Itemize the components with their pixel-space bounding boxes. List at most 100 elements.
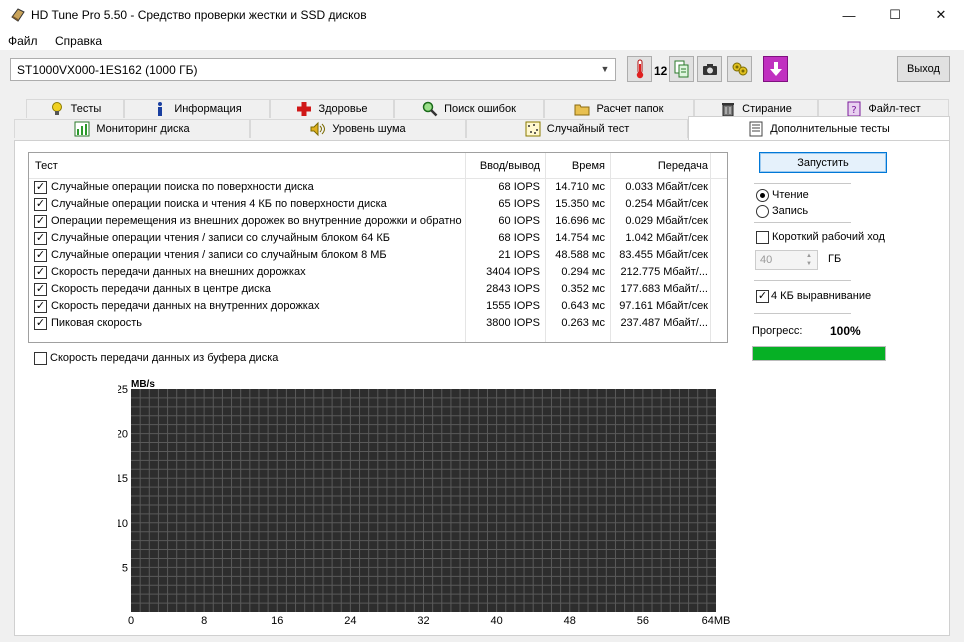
screenshot-button[interactable] xyxy=(697,56,722,82)
divider xyxy=(754,222,851,223)
table-row[interactable]: ✓ Случайные операции чтения / записи со с… xyxy=(29,247,727,264)
row-checkbox[interactable]: ✓ xyxy=(34,317,47,330)
row-test-name: Скорость передачи данных в центре диска xyxy=(51,283,271,295)
row-checkbox[interactable]: ✓ xyxy=(34,181,47,194)
folder-icon xyxy=(574,104,590,116)
align-checkbox[interactable]: ✓ xyxy=(756,290,769,303)
tab-info[interactable]: Информация xyxy=(124,99,270,118)
write-radio-label: Запись xyxy=(772,205,809,217)
chevron-down-icon: ▼ xyxy=(600,64,610,74)
tab-label: Случайный тест xyxy=(546,123,630,135)
table-row[interactable]: ✓ Скорость передачи данных на внутренних … xyxy=(29,298,727,315)
buffer-checkbox-label: Скорость передачи данных из буфера диска xyxy=(50,352,279,364)
x-tick-label: 8 xyxy=(201,615,207,626)
row-io: 21 IOPS xyxy=(498,249,540,261)
progress-fill xyxy=(753,347,885,360)
row-transfer: 212.775 Мбайт/... xyxy=(620,266,708,278)
read-radio-label: Чтение xyxy=(772,189,809,201)
exit-button[interactable]: Выход xyxy=(897,56,950,82)
table-row[interactable]: ✓ Скорость передачи данных на внешних дор… xyxy=(29,264,727,281)
table-row[interactable]: ✓ Операции перемещения из внешних дорожек… xyxy=(29,213,727,230)
x-tick-label: 32 xyxy=(417,615,429,626)
tab-label: Файл-тест xyxy=(868,103,921,115)
row-test-name: Случайные операции поиска и чтения 4 КБ … xyxy=(51,198,387,210)
short-stroke-value: 40 xyxy=(760,254,773,266)
tab-label: Расчет папок xyxy=(596,103,664,115)
short-stroke-checkbox[interactable] xyxy=(756,231,769,244)
transfer-chart: MB/s25 20 15 10 5 0 8 16 24 32 40 48 56 64MB xyxy=(118,376,738,626)
tab-error-scan[interactable]: Поиск ошибок xyxy=(394,99,544,118)
row-io: 2843 IOPS xyxy=(486,283,540,295)
toolbar: ST1000VX000-1ES162 (1000 ГБ) ▼ 12 Выход xyxy=(0,50,964,92)
window-title: HD Tune Pro 5.50 - Средство проверки жес… xyxy=(31,8,367,22)
row-time: 14.754 мс xyxy=(555,232,605,244)
row-checkbox[interactable]: ✓ xyxy=(34,300,47,313)
file-test-icon: ? xyxy=(847,101,861,117)
row-io: 68 IOPS xyxy=(498,181,540,193)
table-row[interactable]: ✓ Скорость передачи данных в центре диска… xyxy=(29,281,727,298)
health-cross-icon xyxy=(297,102,312,116)
tab-tests[interactable]: Тесты xyxy=(26,99,124,118)
y-tick-label: 20 xyxy=(118,429,128,441)
tab-noise-level[interactable]: Уровень шума xyxy=(250,119,466,138)
row-checkbox[interactable]: ✓ xyxy=(34,283,47,296)
progress-value: 100% xyxy=(830,324,861,338)
trash-icon xyxy=(722,103,735,117)
row-checkbox[interactable]: ✓ xyxy=(34,249,47,262)
table-row[interactable]: ✓ Случайные операции чтения / записи со с… xyxy=(29,230,727,247)
close-button[interactable]: ✕ xyxy=(918,0,964,30)
tab-label: Тесты xyxy=(70,103,102,115)
menu-help[interactable]: Справка xyxy=(55,34,102,48)
x-tick-label: 16 xyxy=(271,615,283,626)
row-io: 3800 IOPS xyxy=(486,317,540,329)
tab-label: Дополнительные тесты xyxy=(770,122,890,135)
row-test-name: Случайные операции поиска по поверхности… xyxy=(51,181,314,193)
tab-extra-tests[interactable]: Дополнительные тесты xyxy=(688,116,950,140)
row-test-name: Случайные операции чтения / записи со сл… xyxy=(51,249,387,261)
row-io: 3404 IOPS xyxy=(486,266,540,278)
thermometer-icon xyxy=(636,59,643,79)
row-transfer: 0.033 Мбайт/сек xyxy=(625,181,708,193)
magnifier-icon xyxy=(422,101,438,117)
table-row[interactable]: ✓ Случайные операции поиска и чтения 4 КБ… xyxy=(29,196,727,213)
x-tick-label: 48 xyxy=(564,615,576,626)
write-radio[interactable] xyxy=(756,205,769,218)
temperature-button[interactable] xyxy=(627,56,652,82)
header-test: Тест xyxy=(35,160,58,172)
minimize-button[interactable]: — xyxy=(826,0,872,30)
row-time: 0.263 мс xyxy=(561,317,605,329)
tab-disk-monitor[interactable]: Мониторинг диска xyxy=(14,119,250,138)
row-time: 14.710 мс xyxy=(555,181,605,193)
table-row[interactable]: ✓ Случайные операции поиска по поверхност… xyxy=(29,179,727,196)
start-button[interactable]: Запустить xyxy=(759,152,887,173)
table-row[interactable]: ✓ Пиковая скорость 3800 IOPS 0.263 мс 237.48… xyxy=(29,315,727,332)
tab-label: Стирание xyxy=(742,103,792,115)
row-io: 60 IOPS xyxy=(498,215,540,227)
x-tick-label: 56 xyxy=(637,615,649,626)
copy-button[interactable] xyxy=(669,56,694,82)
read-radio[interactable] xyxy=(756,189,769,202)
short-stroke-spinner[interactable]: 40 ▲ ▼ xyxy=(755,250,818,270)
x-tick-label: 40 xyxy=(491,615,503,626)
row-checkbox[interactable]: ✓ xyxy=(34,215,47,228)
maximize-button[interactable]: ☐ xyxy=(872,0,918,30)
tab-label: Здоровье xyxy=(318,103,368,115)
buffer-checkbox[interactable] xyxy=(34,352,47,365)
row-transfer: 177.683 Мбайт/... xyxy=(620,283,708,295)
tab-folder-usage[interactable]: Расчет папок xyxy=(544,99,694,118)
gear-icon xyxy=(732,62,747,76)
options-button[interactable] xyxy=(727,56,752,82)
disk-select[interactable]: ST1000VX000-1ES162 (1000 ГБ) ▼ xyxy=(10,58,616,81)
tab-random-access[interactable]: Случайный тест xyxy=(466,119,688,138)
tab-health[interactable]: Здоровье xyxy=(270,99,394,118)
save-button[interactable] xyxy=(763,56,788,82)
row-test-name: Операции перемещения из внешних дорожек … xyxy=(51,215,462,227)
disk-select-value: ST1000VX000-1ES162 (1000 ГБ) xyxy=(17,63,198,77)
row-checkbox[interactable]: ✓ xyxy=(34,198,47,211)
row-transfer: 1.042 Мбайт/сек xyxy=(625,232,708,244)
row-checkbox[interactable]: ✓ xyxy=(34,232,47,245)
row-checkbox[interactable]: ✓ xyxy=(34,266,47,279)
menu-file[interactable]: Файл xyxy=(8,34,38,48)
row-test-name: Случайные операции чтения / записи со сл… xyxy=(51,232,391,244)
row-transfer: 83.455 Мбайт/сек xyxy=(619,249,708,261)
